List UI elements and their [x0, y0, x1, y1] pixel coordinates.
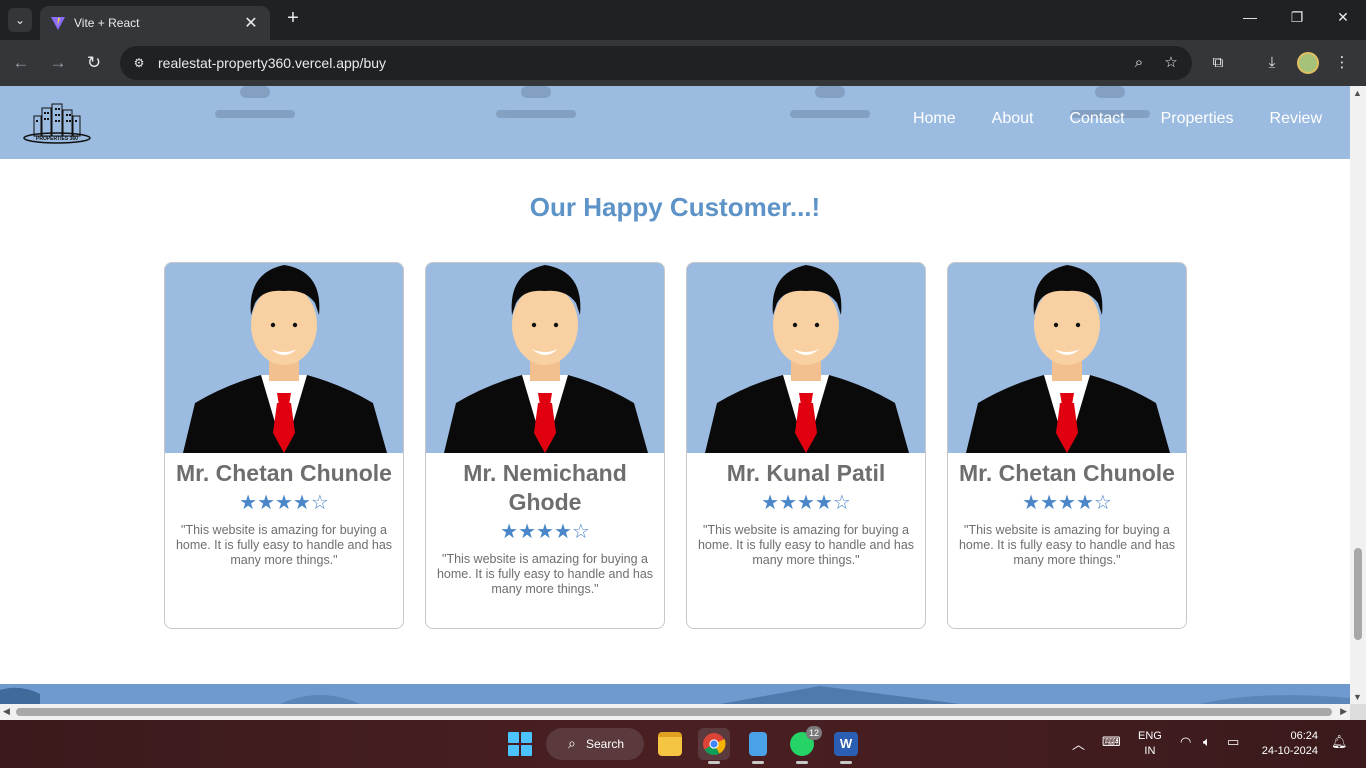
active-app-indicator — [708, 761, 720, 764]
open-app-indicator — [840, 761, 852, 764]
customer-photo — [687, 263, 925, 453]
zoom-icon[interactable]: ⌕ — [1128, 52, 1150, 74]
tab-strip: ⌄ Vite + React ✕ + — ❐ ✕ — [0, 0, 1366, 40]
clock-time: 06:24 — [1290, 730, 1318, 742]
windows-start-icon[interactable] — [508, 732, 532, 756]
minimize-icon[interactable]: — — [1238, 9, 1262, 31]
star-rating: ★★★★☆ — [500, 521, 590, 543]
browser-toolbar: ← → ↻ ⚙ realestat-property360.vercel.app… — [0, 40, 1366, 86]
back-icon[interactable]: ← — [10, 52, 32, 74]
faded-feature-item — [215, 86, 295, 126]
nav-home[interactable]: Home — [913, 110, 956, 128]
volume-icon[interactable]: 🔈︎ — [1203, 734, 1211, 750]
customer-photo — [165, 263, 403, 453]
language-code: ENG — [1138, 730, 1162, 742]
customer-cards: Mr. Chetan Chunole ★★★★☆ "This website i… — [164, 262, 1187, 629]
search-label: Search — [586, 737, 625, 751]
word-icon[interactable]: W — [830, 728, 862, 764]
vertical-scrollbar[interactable]: ▲ ▼ — [1350, 86, 1366, 704]
page-viewport: PROPERTIES 360 Home About Contact Proper… — [0, 86, 1350, 704]
customer-quote: "This website is amazing for buying a ho… — [697, 523, 915, 567]
notification-bell-icon[interactable]: 🔔︎ — [1331, 734, 1348, 750]
download-icon[interactable]: ⤓ — [1261, 52, 1283, 74]
customer-name: Mr. Kunal Patil — [726, 460, 886, 486]
menu-kebab-icon[interactable]: ⋮ — [1331, 52, 1353, 74]
address-bar[interactable]: ⚙ realestat-property360.vercel.app/buy ⌕… — [120, 46, 1192, 80]
customer-photo — [948, 263, 1186, 453]
clock-date: 24-10-2024 — [1261, 745, 1318, 757]
bookmark-star-icon[interactable]: ☆ — [1160, 52, 1182, 74]
site-info-icon[interactable]: ⚙ — [128, 52, 150, 74]
scroll-left-icon[interactable]: ◀ — [3, 706, 10, 717]
tray-chevron-up-icon[interactable]: ︿ — [1072, 734, 1085, 753]
star-rating: ★★★★☆ — [1022, 492, 1112, 514]
open-app-indicator — [796, 761, 808, 764]
windows-taskbar: ⌕ Search 12 W ︿ ⌨ ENG IN ◠ 🔈︎ ▭ 06:24 24… — [0, 720, 1366, 768]
reload-icon[interactable]: ↻ — [83, 52, 105, 74]
wifi-icon[interactable]: ◠ — [1180, 734, 1191, 750]
scrollbar-corner — [1350, 704, 1366, 720]
profile-avatar[interactable] — [1297, 52, 1319, 74]
search-icon: ⌕ — [568, 735, 576, 751]
chrome-icon[interactable] — [698, 728, 730, 764]
customer-quote: "This website is amazing for buying a ho… — [175, 523, 393, 567]
tab-title: Vite + React — [74, 16, 140, 30]
horizontal-scrollbar[interactable]: ◀ ▶ — [0, 704, 1350, 720]
browser-tab[interactable]: Vite + React ✕ — [40, 6, 270, 40]
customer-name: Mr. Nemichand Ghode — [463, 460, 627, 515]
region-code: IN — [1144, 745, 1156, 757]
battery-icon[interactable]: ▭ — [1227, 734, 1239, 750]
taskbar-search-button[interactable]: ⌕ Search — [546, 728, 644, 760]
notification-badge: 12 — [806, 726, 822, 740]
forward-icon[interactable]: → — [47, 52, 69, 74]
vite-favicon-icon — [51, 17, 65, 30]
horizontal-scroll-thumb[interactable] — [16, 708, 1332, 716]
faded-feature-item — [790, 86, 870, 126]
language-indicator[interactable]: ENG IN — [1138, 729, 1162, 759]
customer-card: Mr. Chetan Chunole ★★★★☆ "This website i… — [947, 262, 1187, 629]
main-nav: Home About Contact Properties Review — [913, 110, 1322, 128]
tab-close-icon[interactable]: ✕ — [242, 13, 260, 33]
scroll-up-icon[interactable]: ▲ — [1353, 88, 1362, 98]
extensions-icon[interactable]: ⧉ — [1207, 52, 1229, 74]
customer-name: Mr. Chetan Chunole — [959, 460, 1175, 486]
star-rating: ★★★★☆ — [761, 492, 851, 514]
footer-banner-image — [0, 684, 1350, 704]
customer-card: Mr. Chetan Chunole ★★★★☆ "This website i… — [164, 262, 404, 629]
open-app-indicator — [752, 761, 764, 764]
whatsapp-icon[interactable]: 12 — [786, 726, 822, 764]
file-explorer-icon[interactable] — [654, 728, 686, 760]
site-header: PROPERTIES 360 Home About Contact Proper… — [0, 86, 1350, 159]
faded-feature-item — [496, 86, 576, 126]
section-title: Our Happy Customer...! — [529, 192, 821, 222]
restore-icon[interactable]: ❐ — [1285, 9, 1309, 31]
url-text[interactable]: realestat-property360.vercel.app/buy — [158, 55, 1128, 71]
nav-review[interactable]: Review — [1270, 110, 1322, 128]
taskbar-clock[interactable]: 06:24 24-10-2024 — [1254, 729, 1318, 759]
nav-contact[interactable]: Contact — [1069, 110, 1124, 128]
chrome-logo-icon — [703, 733, 726, 755]
keyboard-icon[interactable]: ⌨ — [1102, 734, 1121, 750]
customer-quote: "This website is amazing for buying a ho… — [436, 552, 654, 596]
customer-card: Mr. Kunal Patil ★★★★☆ "This website is a… — [686, 262, 926, 629]
vertical-scroll-thumb[interactable] — [1354, 548, 1362, 640]
customer-name: Mr. Chetan Chunole — [176, 460, 392, 486]
star-rating: ★★★★☆ — [239, 492, 329, 514]
customer-photo — [426, 263, 664, 453]
notepad-icon[interactable] — [742, 728, 774, 764]
tab-search-chevron-icon[interactable]: ⌄ — [8, 8, 32, 32]
new-tab-icon[interactable]: + — [282, 8, 304, 30]
scroll-right-icon[interactable]: ▶ — [1340, 706, 1347, 717]
customer-quote: "This website is amazing for buying a ho… — [958, 523, 1176, 567]
logo-text: PROPERTIES 360 — [36, 136, 78, 142]
scroll-down-icon[interactable]: ▼ — [1353, 692, 1362, 702]
nav-about[interactable]: About — [992, 110, 1034, 128]
close-window-icon[interactable]: ✕ — [1331, 9, 1355, 31]
nav-properties[interactable]: Properties — [1161, 110, 1234, 128]
customer-card: Mr. Nemichand Ghode ★★★★☆ "This website … — [425, 262, 665, 629]
